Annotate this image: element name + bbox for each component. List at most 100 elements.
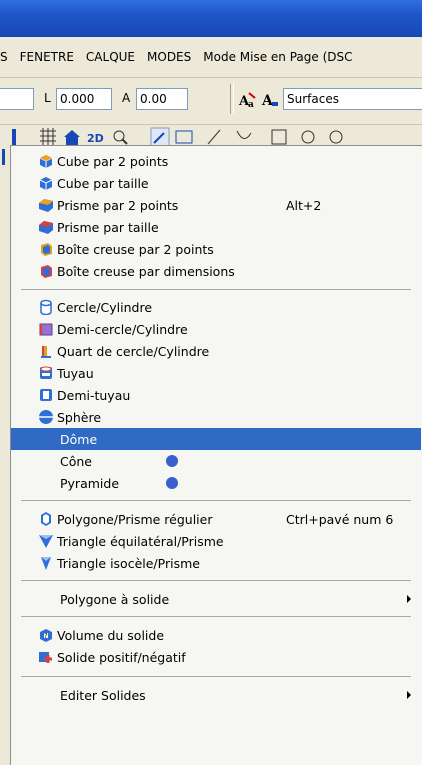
menu-item-cube-2-points[interactable]: Cube par 2 points [11, 150, 421, 172]
window-titlebar [0, 0, 422, 37]
menu-partial[interactable]: S [0, 50, 14, 64]
menu-item-pipe[interactable]: Tuyau [11, 362, 421, 384]
menu-item-regular-polygon-prism[interactable]: Polygone/Prisme régulier Ctrl+pavé num 6 [11, 508, 421, 530]
menu-item-prism-size[interactable]: Prisme par taille [11, 216, 421, 238]
cube-size-icon [38, 175, 54, 191]
grid-icon[interactable] [38, 127, 58, 147]
menu-item-cone[interactable]: Cône [11, 450, 421, 472]
menu-fenetre[interactable]: FENETRE [14, 50, 80, 64]
menu-item-quarter-circle-cylinder[interactable]: Quart de cercle/Cylindre [11, 340, 421, 362]
menu-item-prism-2-points[interactable]: Prisme par 2 points Alt+2 [11, 194, 421, 216]
menu-item-label: Cône [60, 454, 92, 469]
length-label: L [44, 91, 51, 105]
menu-item-sphere[interactable]: Sphère [11, 406, 421, 428]
polygon-prism-icon [38, 511, 54, 527]
menu-item-equilateral-triangle-prism[interactable]: Triangle équilatéral/Prisme [11, 530, 421, 552]
svg-text:?: ? [44, 632, 48, 640]
menu-item-label: Sphère [57, 410, 102, 425]
menu-item-shortcut: Ctrl+pavé num 6 [286, 512, 394, 527]
layer-combo[interactable]: Surfaces [283, 88, 422, 110]
menu-item-half-circle-cylinder[interactable]: Demi-cercle/Cylindre [11, 318, 421, 340]
path-icon[interactable] [234, 127, 254, 147]
menu-item-label: Demi-tuyau [57, 388, 131, 403]
menu-item-label: Demi-cercle/Cylindre [57, 322, 188, 337]
menu-calque[interactable]: CALQUE [80, 50, 141, 64]
menu-separator [21, 616, 411, 617]
menu-item-label: Triangle équilatéral/Prisme [57, 534, 224, 549]
prism-size-icon [38, 219, 54, 235]
menu-item-label: Volume du solide [57, 628, 165, 643]
menu-modes[interactable]: MODES [141, 50, 197, 64]
half-cylinder-icon [38, 321, 54, 337]
submenu-arrow-icon [407, 595, 411, 603]
menu-item-label: Polygone à solide [60, 592, 170, 607]
menu-item-circle-cylinder[interactable]: Cercle/Cylindre [11, 296, 421, 318]
menu-item-dome[interactable]: Dôme [11, 428, 421, 450]
measure-icon[interactable] [205, 127, 225, 147]
angle-label: A [122, 91, 131, 105]
menu-item-hollow-box-dimensions[interactable]: Boîte creuse par dimensions [11, 260, 421, 282]
left-strip [0, 147, 10, 765]
unavailable-dot-icon [166, 477, 178, 489]
menu-item-solid-positive-negative[interactable]: Solide positif/négatif [11, 646, 421, 668]
svg-text:A: A [261, 93, 274, 109]
cylinder-icon [38, 299, 54, 316]
menu-item-shortcut: Alt+2 [286, 198, 322, 213]
solid-sign-icon [38, 649, 54, 665]
isosceles-triangle-icon [38, 555, 54, 571]
menubar: S FENETRE CALQUE MODES Mode Mise en Page… [0, 37, 422, 78]
menu-separator [21, 289, 411, 290]
window-tool-icon[interactable] [174, 127, 194, 147]
volume-icon: ? [38, 627, 54, 643]
menu-item-label: Triangle isocèle/Prisme [57, 556, 200, 571]
hollow-box-icon [38, 241, 54, 257]
prism-icon [38, 197, 54, 213]
menu-item-label: Cercle/Cylindre [57, 300, 153, 315]
menu-item-label: Tuyau [57, 366, 94, 381]
menu-item-label: Polygone/Prisme régulier [57, 512, 213, 527]
rotate-view-icon[interactable] [298, 127, 318, 147]
cube-icon [38, 153, 54, 169]
menu-item-label: Cube par taille [57, 176, 149, 191]
2d-icon[interactable]: 2D [86, 127, 106, 147]
menu-item-label: Prisme par 2 points [57, 198, 179, 213]
sphere-icon [38, 409, 54, 425]
text-color-icon[interactable]: A [260, 90, 280, 110]
view3d-icon[interactable] [326, 127, 346, 147]
menu-item-pyramid[interactable]: Pyramide [11, 472, 421, 494]
menu-item-label: Prisme par taille [57, 220, 159, 235]
pipe-icon [38, 365, 54, 381]
menu-item-cube-size[interactable]: Cube par taille [11, 172, 421, 194]
half-pipe-icon [38, 387, 54, 403]
quarter-cylinder-icon [38, 343, 54, 359]
menu-item-isosceles-triangle-prism[interactable]: Triangle isocèle/Prisme [11, 552, 421, 574]
toolbar-properties: L 0.000 A 0.00 Aa A Surfaces [0, 78, 422, 125]
menu-item-solid-volume[interactable]: ? Volume du solide [11, 624, 421, 646]
menu-item-label: Editer Solides [60, 688, 146, 703]
view-icon[interactable] [270, 127, 290, 147]
toolbar-separator [230, 84, 234, 114]
menu-item-edit-solids[interactable]: Editer Solides [11, 684, 421, 706]
menu-mode-mise-en-page[interactable]: Mode Mise en Page (DSC [197, 50, 358, 64]
angle-input[interactable]: 0.00 [136, 88, 188, 110]
menu-item-label: Cube par 2 points [57, 154, 169, 169]
menu-item-half-pipe[interactable]: Demi-tuyau [11, 384, 421, 406]
svg-text:2D: 2D [87, 132, 104, 145]
partial-input[interactable] [0, 88, 34, 110]
svg-text:a: a [248, 100, 254, 110]
menu-item-label: Boîte creuse par dimensions [57, 264, 235, 279]
draw-tool-icon[interactable] [150, 127, 170, 147]
solids-dropdown-menu: Cube par 2 points Cube par taille Prisme… [10, 145, 422, 765]
house-icon[interactable] [62, 127, 82, 147]
text-style-icon[interactable]: Aa [238, 90, 258, 110]
blue-bar-icon[interactable] [12, 127, 32, 147]
equilateral-triangle-icon [38, 533, 54, 549]
menu-item-hollow-box-2-points[interactable]: Boîte creuse par 2 points [11, 238, 421, 260]
unavailable-dot-icon [166, 455, 178, 467]
length-input[interactable]: 0.000 [56, 88, 112, 110]
submenu-arrow-icon [407, 691, 411, 699]
menu-item-polygon-to-solid[interactable]: Polygone à solide [11, 588, 421, 610]
menu-separator [21, 500, 411, 501]
zoom-icon[interactable] [110, 127, 130, 147]
toolbar-tools: 2D [0, 125, 422, 147]
